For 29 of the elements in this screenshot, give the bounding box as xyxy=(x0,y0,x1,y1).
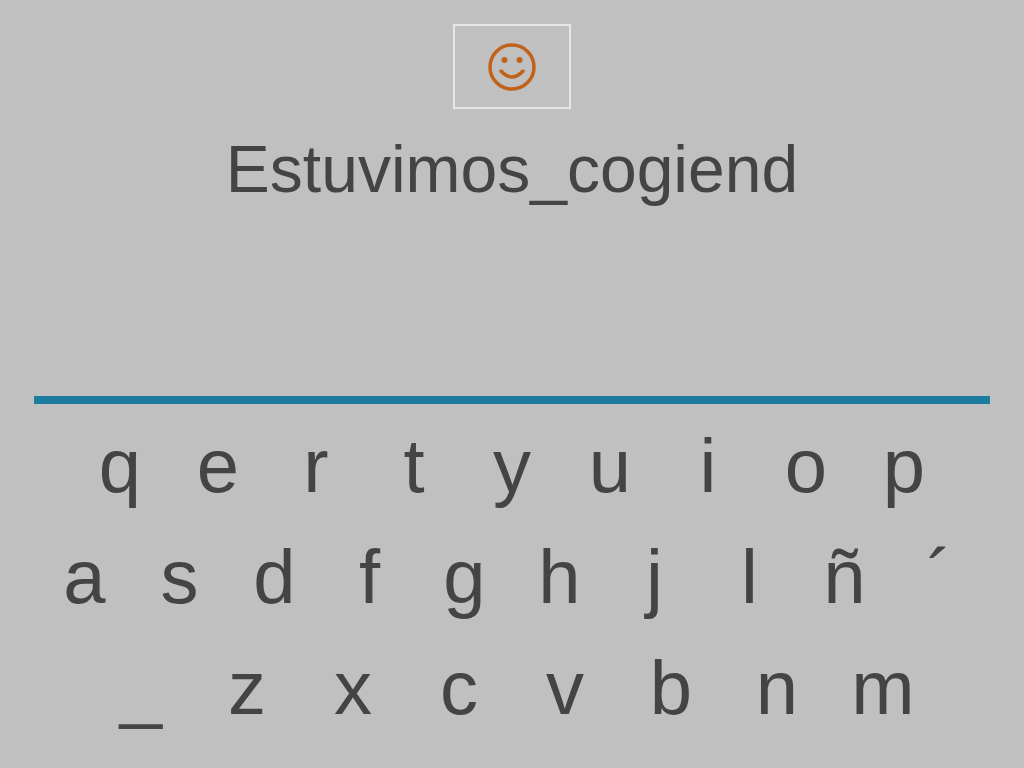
letter-key[interactable]: m xyxy=(830,632,936,743)
letter-key[interactable]: e xyxy=(169,410,267,521)
letter-key[interactable]: n xyxy=(724,632,830,743)
letter-key[interactable]: t xyxy=(365,410,463,521)
letter-key[interactable]: j xyxy=(607,521,702,632)
letter-key[interactable]: h xyxy=(512,521,607,632)
letter-key[interactable]: c xyxy=(406,632,512,743)
letter-key[interactable]: i xyxy=(659,410,757,521)
smiley-icon xyxy=(486,40,538,93)
letter-key[interactable]: d xyxy=(227,521,322,632)
letter-key[interactable]: y xyxy=(463,410,561,521)
letter-key[interactable]: _ xyxy=(88,632,194,743)
letter-key[interactable]: r xyxy=(267,410,365,521)
letter-key[interactable]: g xyxy=(417,521,512,632)
letter-key[interactable]: ñ xyxy=(797,521,892,632)
letter-key[interactable]: b xyxy=(618,632,724,743)
letter-key[interactable]: v xyxy=(512,632,618,743)
letter-key[interactable]: p xyxy=(855,410,953,521)
letter-key[interactable]: u xyxy=(561,410,659,521)
letter-key[interactable]: f xyxy=(322,521,417,632)
letter-key[interactable]: q xyxy=(71,410,169,521)
letter-key[interactable]: o xyxy=(757,410,855,521)
letter-key[interactable]: x xyxy=(300,632,406,743)
letter-key[interactable]: l xyxy=(702,521,797,632)
letter-key[interactable]: a xyxy=(37,521,132,632)
letter-key[interactable]: s xyxy=(132,521,227,632)
smiley-button[interactable] xyxy=(453,24,571,109)
letter-key[interactable]: ´ xyxy=(892,521,987,632)
letter-key[interactable]: z xyxy=(194,632,300,743)
